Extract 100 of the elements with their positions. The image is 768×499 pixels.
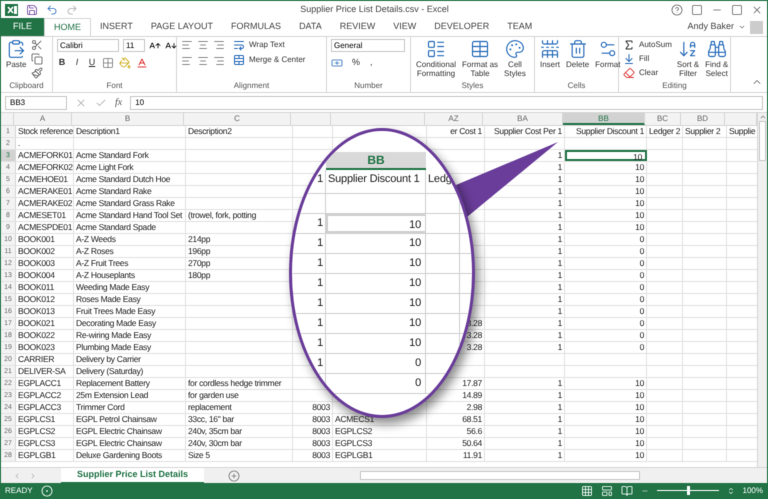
styles-button[interactable]: Format as Table — [461, 39, 500, 78]
shrink-font-icon[interactable] — [165, 40, 177, 52]
next-sheet-icon[interactable] — [29, 472, 37, 480]
column-header[interactable]: BB — [563, 113, 645, 125]
ribbon-tab[interactable]: VIEW — [384, 18, 426, 36]
table-cell: 1 — [485, 306, 565, 317]
app-logo-icon — [5, 4, 18, 16]
ribbon-tab[interactable]: PAGE LAYOUT — [142, 18, 222, 36]
group-label: Editing — [662, 81, 687, 92]
styles-button[interactable]: Conditional Formatting — [415, 39, 458, 78]
font-color-icon[interactable] — [136, 56, 148, 69]
file-tab[interactable]: FILE — [1, 18, 44, 36]
column-header[interactable]: AZ — [425, 113, 483, 125]
table-cell: 0 — [565, 258, 647, 269]
scroll-thumb[interactable] — [759, 121, 766, 161]
zoom-thumb[interactable] — [686, 486, 690, 495]
ribbon-tab[interactable]: TEAM — [498, 18, 542, 36]
table-cell: EGPL Electric Chainsaw — [74, 438, 186, 449]
align-center-icon[interactable] — [197, 55, 209, 67]
currency-icon[interactable] — [331, 56, 343, 69]
ribbon-tab[interactable]: INSERT — [91, 18, 142, 36]
maximize-icon[interactable] — [731, 4, 743, 16]
magnified-cell: 1 — [292, 314, 326, 333]
ribbon-tab[interactable]: DATA — [290, 18, 331, 36]
grow-font-icon[interactable] — [149, 40, 161, 52]
vertical-scrollbar[interactable] — [757, 113, 767, 467]
help-icon[interactable] — [671, 4, 683, 16]
horizontal-scrollbar[interactable] — [360, 471, 640, 480]
ribbon-tab[interactable]: FORMULAS — [222, 18, 290, 36]
magnified-cell: 10 — [326, 314, 426, 333]
ribbon-tab[interactable]: REVIEW — [330, 18, 384, 36]
table-cell: 8003 — [293, 438, 333, 449]
number-style-button[interactable]: % — [351, 56, 362, 70]
column-header[interactable]: C — [184, 113, 291, 125]
font-style-button[interactable]: B — [57, 56, 67, 70]
insert-function-button[interactable]: fx — [115, 95, 122, 110]
save-icon[interactable] — [26, 4, 38, 16]
cells-button[interactable]: Format — [594, 39, 622, 69]
align-left-icon[interactable] — [181, 55, 193, 67]
copy-icon[interactable] — [31, 53, 44, 65]
cancel-icon[interactable] — [75, 96, 87, 108]
add-sheet-icon[interactable] — [228, 470, 240, 482]
column-header[interactable]: BD — [681, 113, 725, 125]
borders-icon[interactable] — [102, 56, 114, 69]
cells-button[interactable]: Insert — [539, 39, 562, 69]
cells-button[interactable]: Delete — [565, 39, 590, 69]
fill-button[interactable]: Fill — [623, 53, 672, 65]
number-style-button[interactable]: , — [369, 56, 374, 70]
caret-icon[interactable] — [738, 23, 746, 31]
font-size-field[interactable]: 11 — [123, 39, 145, 52]
wrap-text-button[interactable]: Wrap Text — [233, 39, 306, 51]
scroll-up-icon[interactable] — [758, 113, 766, 121]
restore-icon[interactable] — [691, 4, 703, 16]
macro-record-icon[interactable] — [40, 484, 53, 496]
table-cell: 1 — [485, 390, 565, 401]
clear-button[interactable]: Clear — [623, 67, 672, 79]
table-cell: 1 — [485, 246, 565, 257]
table-cell: 1 — [485, 402, 565, 413]
prev-sheet-icon[interactable] — [13, 472, 21, 480]
paste-button[interactable]: Paste — [5, 39, 28, 69]
close-icon[interactable] — [751, 4, 763, 16]
page-layout-icon[interactable] — [600, 484, 613, 496]
normal-view-icon[interactable] — [580, 484, 593, 496]
table-cell: 8003 — [293, 414, 333, 425]
font-name-field[interactable]: Calibri — [57, 39, 119, 52]
column-header[interactable]: A — [14, 113, 72, 125]
table-cell: A-Z Roses — [74, 246, 186, 257]
font-style-button[interactable]: U — [87, 56, 97, 70]
autosum-button[interactable]: AutoSum — [623, 39, 672, 51]
ribbon-tab[interactable]: DEVELOPER — [425, 18, 498, 36]
page-break-icon[interactable] — [620, 484, 633, 496]
format-painter-icon[interactable] — [31, 67, 44, 79]
table-cell: DELIVER-SA — [16, 366, 74, 377]
table-cell: 1 — [485, 438, 565, 449]
undo-icon[interactable] — [46, 4, 58, 16]
status-text: READY — [5, 484, 33, 496]
table-cell: Stock reference — [16, 126, 74, 137]
table-cell: for garden use — [186, 390, 293, 401]
user-name[interactable]: Andy Baker — [687, 20, 734, 33]
name-box[interactable]: BB3 — [5, 96, 67, 110]
fill-color-icon[interactable] — [119, 56, 131, 69]
cut-icon[interactable] — [31, 39, 44, 51]
table-cell: 8003 — [293, 426, 333, 437]
enter-icon[interactable] — [95, 96, 107, 108]
font-style-button[interactable]: I — [72, 56, 82, 70]
sheet-tab[interactable]: Supplier Price List Details — [61, 468, 204, 484]
column-header[interactable]: B — [72, 113, 184, 125]
number-format-field[interactable]: General — [331, 39, 405, 52]
editing-button[interactable]: Find & Select — [704, 39, 730, 78]
zoom-level[interactable]: 100% — [742, 484, 763, 496]
editing-button[interactable]: Sort & Filter — [676, 39, 700, 78]
formula-input[interactable]: 10 — [130, 96, 763, 110]
table-cell: 1 — [485, 234, 565, 245]
ribbon-tab[interactable]: HOME — [44, 18, 92, 36]
styles-icon — [470, 39, 490, 59]
redo-icon[interactable] — [66, 4, 78, 16]
align-right-icon[interactable] — [213, 55, 225, 67]
merge-center-button[interactable]: Merge & Center — [233, 54, 306, 66]
column-header[interactable]: BC — [645, 113, 681, 125]
styles-button[interactable]: Cell Styles — [503, 39, 527, 78]
